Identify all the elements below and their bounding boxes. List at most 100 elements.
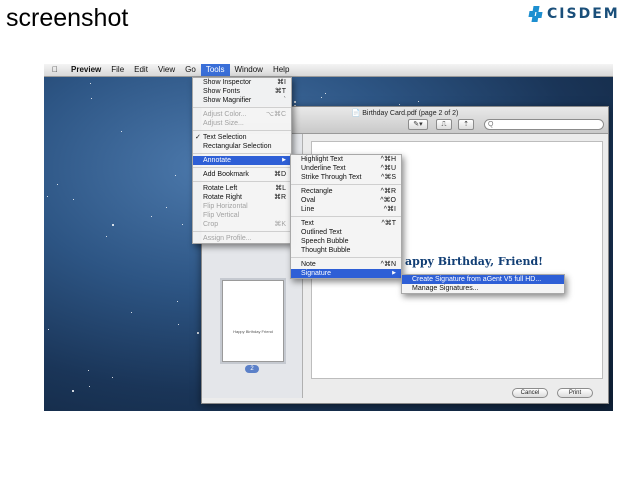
star <box>321 97 322 98</box>
star <box>89 386 90 387</box>
menu-item-label: Strike Through Text <box>301 174 362 181</box>
menu-item-outlined-text[interactable]: Outlined Text <box>291 228 401 237</box>
menu-shortcut: ^⌘N <box>380 261 396 268</box>
share-button[interactable]: ⇡ <box>458 119 474 130</box>
menu-shortcut: ^⌘T <box>381 220 396 227</box>
cisdem-logo-icon <box>528 6 543 22</box>
menu-item-manage-signatures[interactable]: Manage Signatures... <box>402 284 564 293</box>
menu-item-label: Show Fonts <box>203 88 240 95</box>
star <box>112 224 114 226</box>
menu-shortcut: ⌘K <box>274 221 286 228</box>
menu-shortcut: ` <box>283 97 286 104</box>
star <box>178 324 179 325</box>
menu-shortcut: ^⌘H <box>380 156 396 163</box>
menu-item-highlight-text[interactable]: Highlight Text ^⌘H <box>291 155 401 164</box>
menu-item-crop: Crop ⌘K <box>193 220 291 229</box>
menu-go[interactable]: Go <box>180 64 201 76</box>
menu-item-signature[interactable]: Signature ▶ <box>291 269 401 278</box>
tools-menu: Show Inspector ⌘I Show Fonts ⌘T Show Magnifi… <box>192 77 292 244</box>
brand-name: CISDEM <box>547 6 620 22</box>
menu-item-strike-through-text[interactable]: Strike Through Text ^⌘S <box>291 173 401 182</box>
menu-item-underline-text[interactable]: Underline Text ^⌘U <box>291 164 401 173</box>
menu-help[interactable]: Help <box>268 64 294 76</box>
menu-item-label: Annotate <box>203 157 232 164</box>
menu-separator <box>291 216 401 217</box>
apple-menu-icon[interactable]:  <box>44 64 66 76</box>
edit-button[interactable]: ⎍ <box>436 119 452 130</box>
annotate-submenu: Highlight Text ^⌘H Underline Text ^⌘U Strike… <box>290 154 402 279</box>
page-heading: appy Birthday, Friend! <box>405 255 544 268</box>
menu-item-annotate[interactable]: Annotate ▶ <box>193 156 291 165</box>
annotate-tool-button[interactable]: ✎▾ <box>408 119 428 130</box>
menu-separator <box>193 153 291 154</box>
menu-item-line[interactable]: Line ^⌘I <box>291 205 401 214</box>
star <box>112 377 113 378</box>
menu-separator <box>291 257 401 258</box>
menu-item-label: Add Bookmark <box>203 171 249 178</box>
menu-item-label: Text <box>301 220 314 227</box>
menu-item-rotate-right[interactable]: Rotate Right ⌘R <box>193 193 291 202</box>
menu-preview[interactable]: Preview <box>66 64 106 76</box>
menu-item-show-inspector[interactable]: Show Inspector ⌘I <box>193 78 291 87</box>
star <box>47 196 48 197</box>
menu-item-create-signature-from-agent-v5-full-hd[interactable]: Create Signature from aGent V5 full HD..… <box>402 275 564 284</box>
page-thumbnail[interactable]: Happy Birthday Friend <box>222 280 284 362</box>
star <box>73 199 74 200</box>
print-button[interactable]: Print <box>557 388 593 398</box>
menu-tools[interactable]: Tools <box>200 64 230 76</box>
menu-item-adjust-size: Adjust Size... <box>193 119 291 128</box>
menu-edit[interactable]: Edit <box>129 64 153 76</box>
menu-separator <box>193 107 291 108</box>
menu-view[interactable]: View <box>153 64 180 76</box>
menu-shortcut: ^⌘O <box>380 197 396 204</box>
menu-separator <box>193 130 291 131</box>
star <box>166 207 167 208</box>
menu-item-label: Rotate Right <box>203 194 242 201</box>
menu-item-speech-bubble[interactable]: Speech Bubble <box>291 237 401 246</box>
menu-item-rectangular-selection[interactable]: Rectangular Selection <box>193 142 291 151</box>
star <box>106 236 107 237</box>
menu-item-assign-profile: Assign Profile... <box>193 234 291 243</box>
menu-item-add-bookmark[interactable]: Add Bookmark ⌘D <box>193 170 291 179</box>
menu-item-flip-vertical: Flip Vertical <box>193 211 291 220</box>
star <box>57 184 58 185</box>
search-field[interactable]: Q <box>484 119 604 130</box>
star <box>294 101 296 103</box>
star <box>131 312 132 313</box>
star <box>90 83 91 84</box>
menu-item-label: Note <box>301 261 316 268</box>
star <box>325 93 326 94</box>
menu-item-rectangle[interactable]: Rectangle ^⌘R <box>291 187 401 196</box>
menu-item-note[interactable]: Note ^⌘N <box>291 260 401 269</box>
menu-shortcut: ^⌘I <box>383 206 396 213</box>
menu-item-label: Rectangular Selection <box>203 143 272 150</box>
menu-item-label: Oval <box>301 197 316 204</box>
menu-item-show-magnifier[interactable]: Show Magnifier ` <box>193 96 291 105</box>
menu-item-label: Adjust Color... <box>203 111 247 118</box>
menu-file[interactable]: File <box>106 64 129 76</box>
cancel-button[interactable]: Cancel <box>512 388 548 398</box>
star <box>182 224 183 225</box>
menu-window[interactable]: Window <box>230 64 268 76</box>
menu-item-label: Assign Profile... <box>203 235 252 242</box>
star <box>197 332 199 334</box>
menu-shortcut: ^⌘R <box>380 188 396 195</box>
menu-item-thought-bubble[interactable]: Thought Bubble <box>291 246 401 255</box>
menu-item-label: Outlined Text <box>301 229 342 236</box>
menu-shortcut: ⌥⌘C <box>265 111 286 118</box>
star <box>151 216 152 217</box>
menu-item-label: Signature <box>301 270 331 277</box>
menu-item-text[interactable]: Text ^⌘T <box>291 219 401 228</box>
slide-title: screenshot <box>6 4 129 32</box>
signature-submenu: Create Signature from aGent V5 full HD..… <box>401 274 565 294</box>
menu-item-label: Crop <box>203 221 219 228</box>
star <box>48 329 49 330</box>
menu-item-label: Show Magnifier <box>203 97 252 104</box>
menu-item-text-selection[interactable]: ✓ Text Selection <box>193 133 291 142</box>
menu-item-label: Highlight Text <box>301 156 343 163</box>
menu-item-label: Adjust Size... <box>203 120 244 127</box>
menu-item-oval[interactable]: Oval ^⌘O <box>291 196 401 205</box>
window-title-text: Birthday Card.pdf (page 2 of 2) <box>362 110 459 117</box>
menu-item-rotate-left[interactable]: Rotate Left ⌘L <box>193 184 291 193</box>
menu-item-show-fonts[interactable]: Show Fonts ⌘T <box>193 87 291 96</box>
